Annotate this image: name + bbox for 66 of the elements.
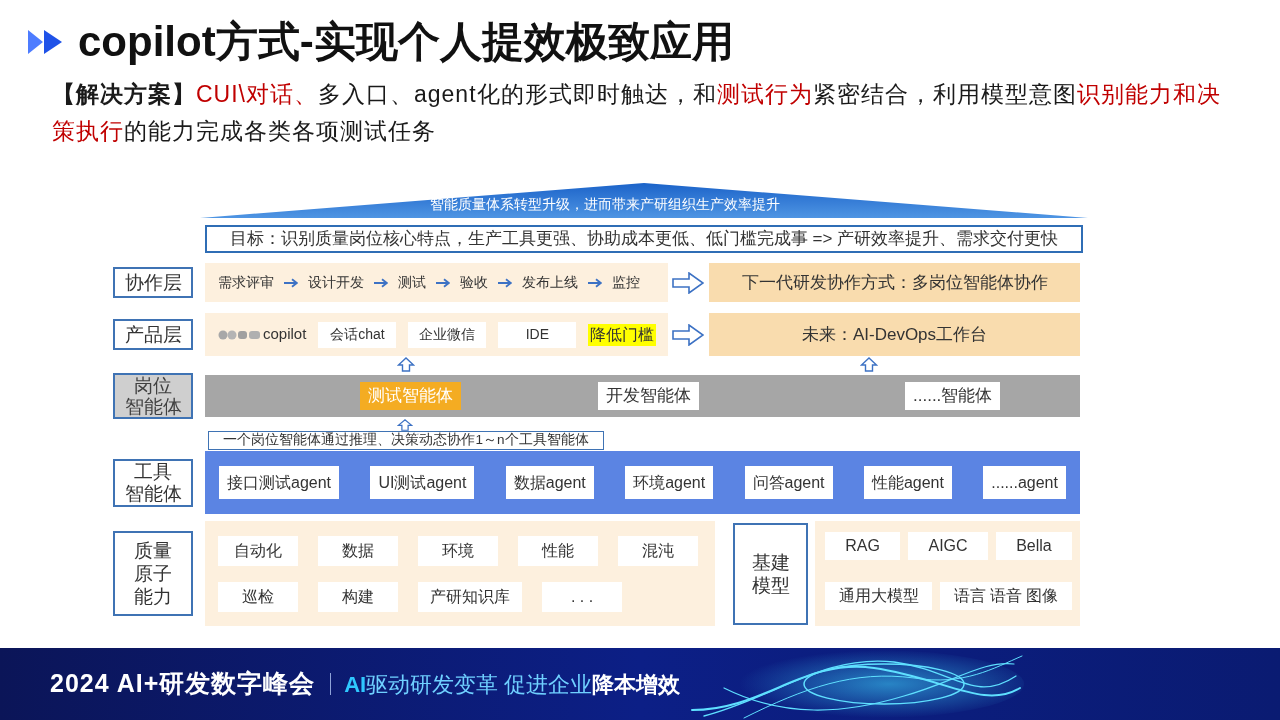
event-title: 2024 AI+研发数字峰会 xyxy=(50,668,316,700)
step-label: 需求评审 xyxy=(218,273,274,292)
agent-chip: 问答agent xyxy=(744,466,833,499)
model-chip: 通用大模型 xyxy=(825,582,933,610)
hollow-arrow-icon xyxy=(672,271,704,294)
arrow-icon xyxy=(498,277,512,288)
layer-label: 工具 xyxy=(134,460,172,483)
slide-title: copilot方式-实现个人提效极致应用 xyxy=(78,19,734,65)
layer-label: 产品层 xyxy=(124,323,182,346)
role-chip: 开发智能体 xyxy=(598,382,699,410)
hollow-up-arrow-icon xyxy=(397,419,413,431)
layer-label: 原子 xyxy=(134,562,172,585)
role-chip: ......智能体 xyxy=(905,382,1001,410)
step-label: 设计开发 xyxy=(308,273,364,292)
model-chip: AIGC xyxy=(908,532,988,560)
step-label: 验收 xyxy=(460,273,488,292)
layer-label: 能力 xyxy=(134,585,172,608)
agent-chip: 数据agent xyxy=(505,466,594,499)
layer-label: 协作层 xyxy=(124,271,182,294)
capability-chip: 巡检 xyxy=(218,582,298,612)
goal-statement: 目标：识别质量岗位核心特点，生产工具更强、协助成本更低、低门槛完成事 => 产研效率提升、需求交付更快 xyxy=(205,225,1083,253)
double-chevron-icon xyxy=(28,30,62,54)
step-label: 发布上线 xyxy=(522,273,578,292)
agent-chip: UI测试agent xyxy=(370,466,475,499)
capability-chip: 性能 xyxy=(518,536,598,566)
arrow-icon xyxy=(588,277,602,288)
agent-chip: 性能agent xyxy=(863,466,952,499)
roof-caption: 智能质量体系转型升级，进而带来产研组织生产效率提升 xyxy=(430,197,780,212)
arrow-icon xyxy=(436,277,450,288)
hollow-arrow-icon xyxy=(672,323,704,346)
product-chip: IDE xyxy=(498,321,577,348)
layer-label: 质量 xyxy=(134,539,172,562)
role-chip: 测试智能体 xyxy=(360,382,461,410)
capability-chip: 构建 xyxy=(318,582,398,612)
agent-chip: 环境agent xyxy=(625,466,714,499)
hollow-up-arrow-icon xyxy=(860,357,878,372)
capability-chip: 产研知识库 xyxy=(418,582,522,612)
hollow-up-arrow-icon xyxy=(397,357,415,372)
product-name: copilot xyxy=(263,324,307,345)
agent-chip: 接口测试agent xyxy=(219,466,340,499)
capability-chip: 混沌 xyxy=(618,536,698,566)
arrow-icon xyxy=(374,277,388,288)
layer-label: 岗位 xyxy=(134,375,172,396)
product-chip: 会话chat xyxy=(318,321,397,348)
arrow-icon xyxy=(284,277,298,288)
capability-chip: 数据 xyxy=(318,536,398,566)
layer-label: 智能体 xyxy=(124,482,182,505)
step-label: 监控 xyxy=(612,273,640,292)
note-callout: 一个岗位智能体通过推理、决策动态协作1～n个工具智能体 xyxy=(208,431,604,450)
model-chip: Bella xyxy=(995,532,1072,560)
infra-label: 模型 xyxy=(751,573,790,597)
description-text: 【解决方案】CUI\对话、多入口、agent化的形式即时触达，和测试行为 紧密结合，利用模型意图识别能力和决策执行的能力完成各类各项测试任务 xyxy=(52,80,1222,146)
capability-chip: 自动化 xyxy=(218,536,298,566)
capability-chip: . . . xyxy=(542,582,622,612)
highlighted-text: 降低门槛 xyxy=(588,323,657,346)
step-label: 测试 xyxy=(398,273,426,292)
model-chip: 语言 语音 图像 xyxy=(940,582,1072,610)
slogan-text: AI驱动研发变革 促进企业降本增效 xyxy=(344,670,681,699)
infra-label: 基建 xyxy=(751,550,790,574)
model-chip: RAG xyxy=(825,532,901,560)
layer-label: 智能体 xyxy=(124,396,182,417)
product-chip: 企业微信 xyxy=(408,321,487,348)
outcome-panel: 未来：AI-DevOps工作台 xyxy=(709,313,1080,356)
outcome-panel: 下一代研发协作方式：多岗位智能体协作 xyxy=(709,263,1080,302)
capability-chip: 环境 xyxy=(418,536,498,566)
agent-chip: ......agent xyxy=(983,466,1066,499)
